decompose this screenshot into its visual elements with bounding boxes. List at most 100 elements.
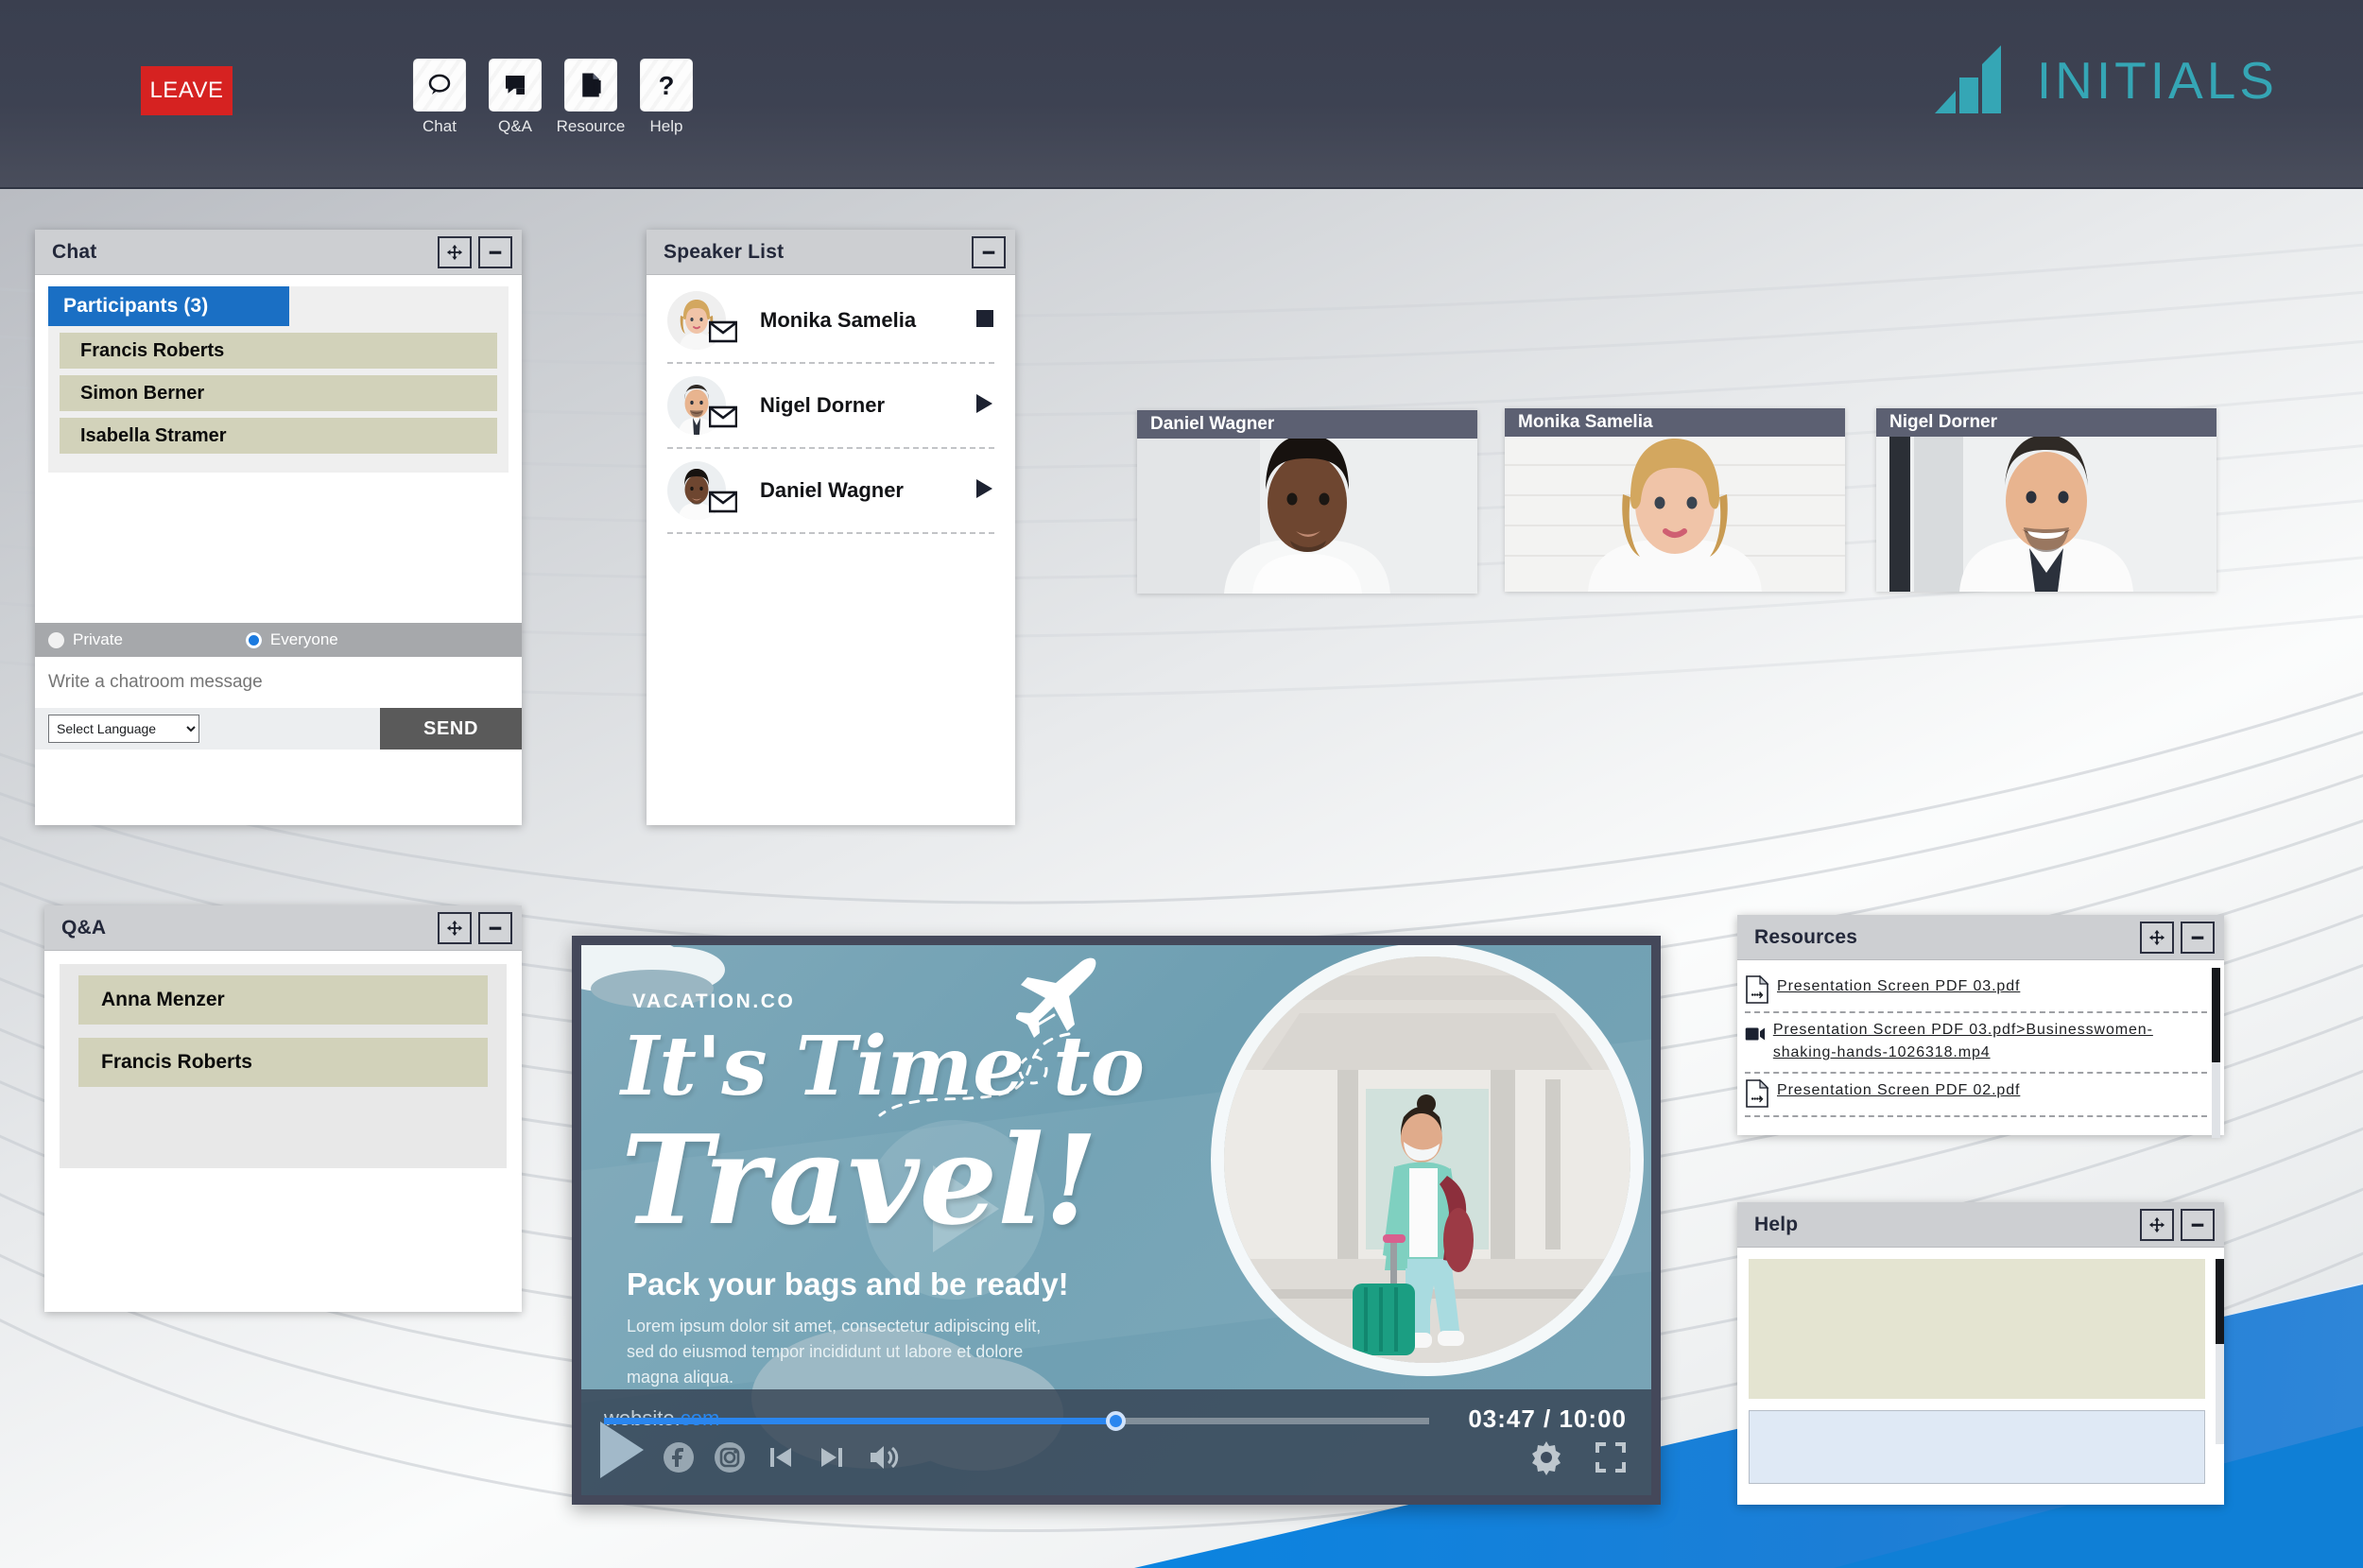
question-mark-icon-tile: ? — [640, 59, 693, 112]
radio-dot-private — [48, 631, 64, 648]
resources-scrollbar-thumb[interactable] — [2212, 968, 2220, 1062]
instagram-icon[interactable] — [714, 1441, 746, 1478]
chat-panel-header: Chat — [35, 230, 522, 275]
video-player[interactable]: VACATION.CO It's Time to Travel! Pack yo… — [572, 936, 1661, 1505]
fullscreen-icon[interactable] — [1595, 1441, 1627, 1478]
player-right-controls — [1528, 1439, 1627, 1480]
play-icon[interactable] — [974, 478, 994, 504]
settings-gear-icon[interactable] — [1528, 1439, 1564, 1480]
qa-list: Anna Menzer Francis Roberts — [60, 964, 507, 1168]
language-select[interactable]: Select Language — [48, 715, 199, 743]
participants-box: Participants (3) Francis Roberts Simon B… — [48, 286, 509, 473]
nav-label-resource: Resource — [556, 117, 626, 135]
nav-label-chat: Chat — [423, 117, 457, 135]
player-control-buttons — [663, 1441, 901, 1478]
chat-move-button[interactable] — [438, 235, 472, 268]
radio-dot-everyone — [245, 631, 262, 648]
minimize-icon — [982, 250, 995, 254]
speaker-list-body: Monika Samelia Nigel Dorner Daniel Wagne… — [647, 275, 1015, 534]
list-item[interactable]: Francis Roberts — [60, 333, 497, 369]
resources-scrollbar[interactable] — [2212, 968, 2220, 1138]
help-move-button[interactable] — [2140, 1208, 2174, 1241]
qa-panel-header: Q&A — [44, 905, 522, 951]
speaker-list-panel: Speaker List Monika Samelia Nigel Dorner… — [647, 230, 1015, 825]
logo-text: INITIALS — [2036, 51, 2278, 110]
resource-link[interactable]: Presentation Screen PDF 03.pdf>Businessw… — [1773, 1019, 2207, 1064]
seek-handle[interactable] — [1106, 1411, 1127, 1431]
radio-private[interactable]: Private — [48, 630, 123, 649]
help-input[interactable] — [1749, 1410, 2205, 1484]
list-item[interactable]: Nigel Dorner — [667, 364, 994, 449]
speaker-minimize-button[interactable] — [972, 235, 1006, 268]
speaker-panel-title: Speaker List — [664, 240, 785, 263]
help-scrollbar[interactable] — [2216, 1259, 2224, 1444]
volume-icon[interactable] — [867, 1441, 901, 1478]
list-item[interactable]: Anna Menzer — [78, 975, 488, 1025]
header-nav: Chat Q&A Resource ? Help — [411, 59, 695, 136]
list-item[interactable]: ⤑ Presentation Screen PDF 02.pdf — [1745, 1074, 2207, 1117]
next-track-icon[interactable] — [816, 1441, 848, 1478]
list-item[interactable]: Isabella Stramer — [60, 418, 497, 454]
speaker-name: Monika Samelia — [760, 308, 917, 332]
help-scrollbar-thumb[interactable] — [2216, 1259, 2224, 1344]
stop-icon[interactable] — [975, 309, 994, 333]
video-tile-daniel-wagner[interactable]: Daniel Wagner — [1137, 410, 1477, 594]
resources-minimize-button[interactable] — [2181, 921, 2215, 954]
previous-track-icon[interactable] — [765, 1441, 797, 1478]
resource-link[interactable]: Presentation Screen PDF 02.pdf — [1777, 1079, 2020, 1102]
move-icon — [446, 244, 463, 260]
play-icon[interactable] — [600, 1422, 644, 1478]
brand-logo: INITIALS — [1931, 43, 2278, 117]
video-player-viewport: VACATION.CO It's Time to Travel! Pack yo… — [581, 945, 1651, 1495]
seek-bar[interactable] — [604, 1411, 1429, 1431]
help-body — [1737, 1248, 2224, 1505]
speaker-name: Nigel Dorner — [760, 393, 886, 417]
leave-button[interactable]: LEAVE — [141, 66, 233, 115]
nav-item-chat[interactable]: Chat — [411, 59, 468, 136]
list-item[interactable]: Presentation Screen PDF 03.pdf>Businessw… — [1745, 1013, 2207, 1074]
chat-minimize-button[interactable] — [478, 235, 512, 268]
facebook-icon[interactable] — [663, 1441, 695, 1478]
speaker-panel-buttons — [972, 235, 1006, 268]
qa-minimize-button[interactable] — [478, 911, 512, 944]
list-item[interactable]: Daniel Wagner — [667, 449, 994, 534]
video-tile-monika-samelia[interactable]: Monika Samelia — [1505, 408, 1845, 592]
chat-bubble-icon — [428, 74, 451, 95]
move-icon — [2148, 929, 2165, 945]
qa-move-button[interactable] — [438, 911, 472, 944]
nav-item-help[interactable]: ? Help — [638, 59, 695, 136]
qa-bubble-icon-tile — [489, 59, 542, 112]
resources-panel: Resources ⤑ Presentation Screen PDF 03.p… — [1737, 915, 2224, 1138]
chat-message-input[interactable] — [35, 657, 522, 708]
radio-everyone[interactable]: Everyone — [245, 630, 338, 649]
slide-brand: VACATION.CO — [632, 991, 796, 1012]
help-panel: Help — [1737, 1202, 2224, 1505]
help-panel-buttons — [2140, 1208, 2215, 1241]
qa-panel-title: Q&A — [61, 916, 107, 939]
list-item[interactable]: Francis Roberts — [78, 1038, 488, 1087]
question-mark-icon: ? — [659, 71, 675, 99]
list-item[interactable]: Simon Berner — [60, 375, 497, 411]
envelope-icon[interactable] — [708, 320, 738, 348]
qa-panel: Q&A Anna Menzer Francis Roberts — [44, 905, 522, 1312]
nav-item-qa[interactable]: Q&A — [487, 59, 543, 136]
list-item[interactable]: Monika Samelia — [667, 279, 994, 364]
minimize-icon — [2191, 936, 2204, 939]
chat-panel-title: Chat — [52, 240, 97, 263]
slide-photo-traveler — [1224, 956, 1630, 1363]
chat-send-row: Select Language SEND — [35, 708, 522, 750]
bar-chart-logo-icon — [1934, 45, 2001, 113]
qa-bubble-icon — [506, 76, 525, 95]
video-tile-nigel-dorner[interactable]: Nigel Dorner — [1876, 408, 2216, 592]
speaker-panel-header: Speaker List — [647, 230, 1015, 275]
nav-item-resource[interactable]: Resource — [557, 59, 625, 136]
list-item[interactable]: ⤑ Presentation Screen PDF 03.pdf — [1745, 970, 2207, 1013]
resources-move-button[interactable] — [2140, 921, 2174, 954]
envelope-icon[interactable] — [708, 405, 738, 433]
envelope-icon[interactable] — [708, 491, 738, 518]
send-button[interactable]: SEND — [380, 708, 522, 750]
participants-list: Francis Roberts Simon Berner Isabella St… — [48, 333, 509, 454]
help-minimize-button[interactable] — [2181, 1208, 2215, 1241]
play-icon[interactable] — [974, 393, 994, 419]
resource-link[interactable]: Presentation Screen PDF 03.pdf — [1777, 975, 2020, 998]
